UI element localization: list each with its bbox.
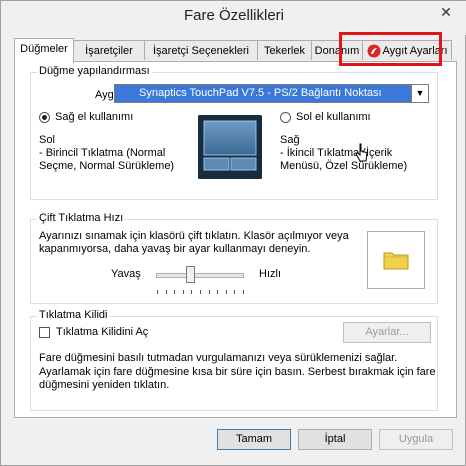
chevron-down-icon: ▼ — [411, 85, 428, 102]
tab-pointers[interactable]: İşaretçiler — [73, 40, 145, 60]
tab-pointer-options[interactable]: İşaretçi Seçenekleri — [144, 40, 258, 60]
mouse-properties-window: Fare Özellikleri ✕ Düğmeler İşaretçiler … — [0, 0, 466, 466]
tab-buttons[interactable]: Düğmeler — [14, 38, 74, 63]
cancel-button[interactable]: İptal — [298, 429, 372, 450]
device-select-value: Synaptics TouchPad V7.5 - PS/2 Bağlantı … — [139, 87, 382, 99]
window-title: Fare Özellikleri — [183, 7, 285, 24]
right-button-title: Sağ — [280, 134, 300, 146]
tab-wheel[interactable]: Tekerlek — [257, 40, 312, 60]
touchpad-image — [198, 115, 262, 179]
slider-tick — [226, 290, 227, 294]
slider-tick — [243, 290, 244, 294]
click-lock-checkbox[interactable] — [39, 327, 50, 338]
apply-button[interactable]: Uygula — [379, 429, 453, 450]
left-hand-label[interactable]: Sol el kullanımı — [296, 111, 371, 123]
ok-button[interactable]: Tamam — [217, 429, 291, 450]
click-lock-desc-1: Fare düğmesini basılı tutmadan vurgulama… — [39, 352, 398, 364]
click-lock-desc-3: düğmesini yeniden tıklatın. — [39, 379, 170, 391]
slider-tick — [200, 290, 201, 294]
slider-tick — [174, 290, 175, 294]
double-click-speed-track — [156, 273, 244, 278]
right-button-desc-1: - İkincil Tıklatma (İçerik — [280, 147, 393, 159]
click-lock-group-label: Tıklatma Kilidi — [37, 309, 110, 321]
right-hand-label[interactable]: Sağ el kullanımı — [55, 111, 133, 123]
left-hand-radio[interactable] — [280, 112, 291, 123]
slider-tick — [183, 290, 184, 294]
right-button-desc-2: Menüsü, Özel Sürükleme) — [280, 160, 408, 172]
click-lock-desc-2: Ayarlamak için fare düğmesine kısa bir s… — [39, 366, 436, 378]
slider-tick — [234, 290, 235, 294]
device-select[interactable]: Synaptics TouchPad V7.5 - PS/2 Bağlantı … — [114, 84, 429, 103]
left-button-title: Sol — [39, 134, 55, 146]
title-bar: Fare Özellikleri ✕ — [1, 1, 466, 35]
left-button-desc-1: - Birincil Tıklatma (Normal — [39, 147, 166, 159]
slider-fast-label: Hızlı — [259, 268, 281, 280]
double-click-desc-2: kapanmıyorsa, daha yavaş bir ayar kullan… — [39, 243, 311, 255]
slider-slow-label: Yavaş — [111, 268, 141, 280]
slider-tick — [166, 290, 167, 294]
highlight-annotation — [339, 32, 442, 66]
double-click-desc-1: Ayarınızı sınamak için klasörü çift tıkl… — [39, 230, 349, 242]
test-folder-area[interactable] — [367, 231, 425, 289]
close-icon[interactable]: ✕ — [433, 3, 459, 21]
double-click-speed-slider[interactable] — [186, 266, 196, 283]
slider-tick — [191, 290, 192, 294]
button-config-group-label: Düğme yapılandırması — [37, 65, 152, 77]
folder-icon — [383, 252, 409, 270]
slider-tick — [209, 290, 210, 294]
slider-tick — [217, 290, 218, 294]
left-button-desc-2: Seçme, Normal Sürükleme) — [39, 160, 175, 172]
mouse-cursor-icon — [355, 143, 368, 162]
right-hand-radio[interactable] — [39, 112, 50, 123]
slider-tick — [157, 290, 158, 294]
double-click-group-label: Çift Tıklatma Hızı — [37, 212, 126, 224]
click-lock-label[interactable]: Tıklatma Kilidini Aç — [56, 326, 148, 338]
click-lock-settings-button[interactable]: Ayarlar... — [343, 322, 431, 343]
